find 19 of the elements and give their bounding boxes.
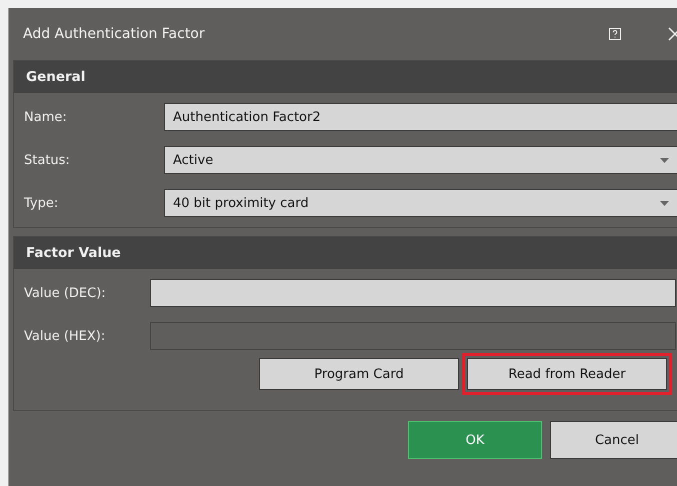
dropdown-arrow-icon xyxy=(660,158,669,162)
input-field[interactable] xyxy=(150,279,676,307)
field-label: Status: xyxy=(24,152,71,168)
program-card-button[interactable]: Program Card xyxy=(259,358,459,390)
cancel-button[interactable]: Cancel xyxy=(550,421,677,459)
input-field[interactable]: Authentication Factor2 xyxy=(164,103,677,131)
window-title: Add Authentication Factor xyxy=(23,26,206,42)
field-label: Value (HEX): xyxy=(24,328,106,344)
section-header: Factor Value xyxy=(14,237,677,269)
dropdown-arrow-icon xyxy=(660,200,669,206)
field-label: Type: xyxy=(24,196,60,210)
dropdown[interactable]: Active xyxy=(164,146,677,174)
dropdown[interactable]: 40 bit proximity card xyxy=(164,189,677,217)
field-label: Value (DEC): xyxy=(24,286,107,300)
help-icon xyxy=(609,28,621,40)
section-header: General xyxy=(14,61,677,93)
read-from-reader-button[interactable]: Read from Reader xyxy=(467,358,667,390)
field-label: Name: xyxy=(24,110,68,124)
ok-button[interactable]: OK xyxy=(408,421,542,459)
